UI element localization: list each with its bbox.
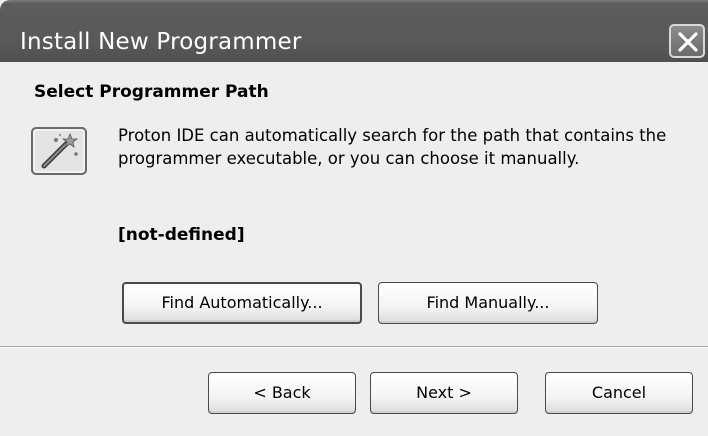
find-automatically-button[interactable]: Find Automatically... bbox=[122, 282, 362, 324]
description-text: Proton IDE can automatically search for … bbox=[118, 126, 667, 168]
window-title: Install New Programmer bbox=[20, 29, 302, 55]
find-manually-button[interactable]: Find Manually... bbox=[378, 282, 598, 324]
close-button[interactable] bbox=[669, 24, 705, 58]
back-button[interactable]: < Back bbox=[208, 372, 356, 414]
install-programmer-dialog: Install New Programmer Select Programmer… bbox=[0, 0, 708, 436]
close-icon bbox=[678, 32, 698, 52]
cancel-button[interactable]: Cancel bbox=[545, 372, 693, 414]
next-button[interactable]: Next > bbox=[370, 372, 518, 414]
footer-separator bbox=[0, 346, 708, 348]
programmer-path-value: [not-defined] bbox=[118, 225, 245, 245]
section-title: Select Programmer Path bbox=[34, 82, 269, 102]
wizard-wand-icon bbox=[30, 126, 90, 178]
title-bar[interactable]: Install New Programmer bbox=[0, 0, 708, 62]
